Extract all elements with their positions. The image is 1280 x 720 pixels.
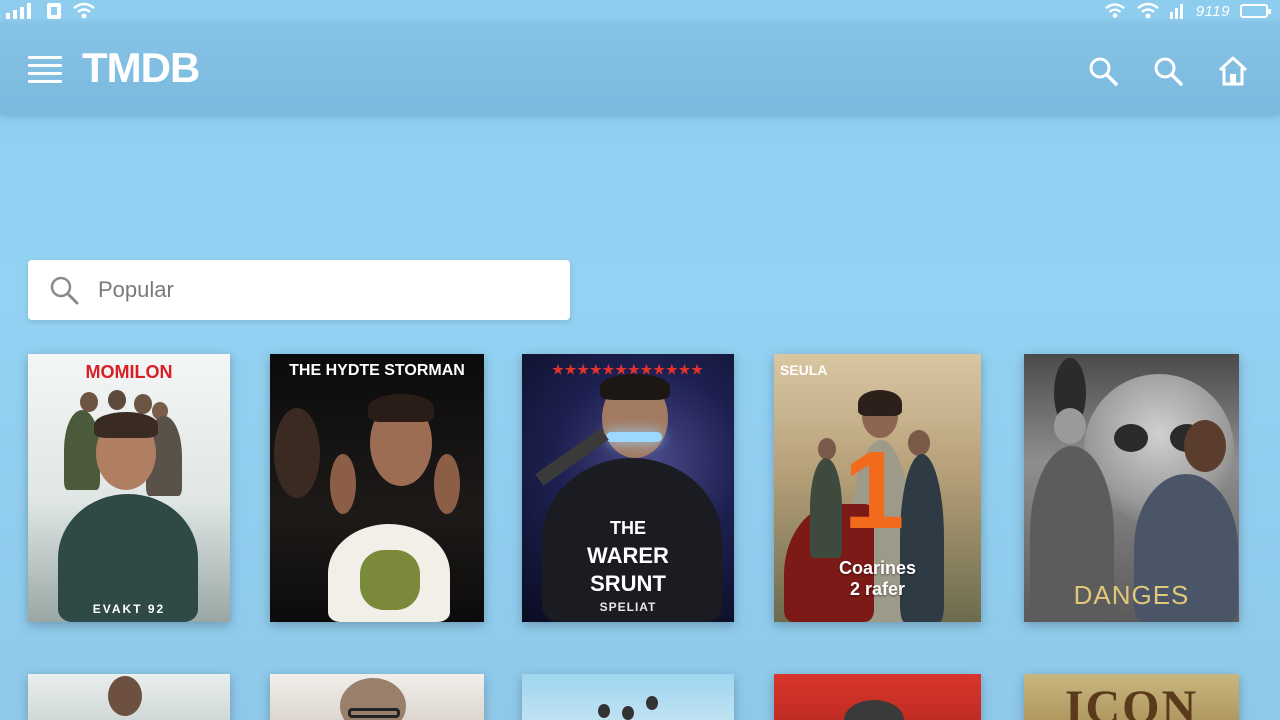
figure-head [274, 408, 320, 498]
movie-poster[interactable] [28, 674, 230, 720]
figure-head [134, 394, 152, 414]
search-icon[interactable] [1086, 54, 1120, 88]
figure-head [1054, 408, 1086, 444]
figure-head [108, 390, 126, 410]
poster-title-line: WARER [587, 543, 669, 568]
poster-title: DANGES [1073, 580, 1190, 610]
figure-hair [600, 374, 670, 400]
movie-poster[interactable] [774, 674, 981, 720]
wifi-icon [73, 2, 95, 19]
status-bar: 9119 [0, 0, 1280, 22]
app-logo[interactable]: TMDB [82, 44, 200, 92]
figure-hair [94, 412, 158, 438]
status-right: 9119 [1104, 2, 1271, 20]
figure-head [622, 706, 634, 720]
search-icon[interactable] [1151, 54, 1185, 88]
menu-icon-line [28, 64, 62, 67]
figure-hand [330, 454, 356, 514]
movie-poster[interactable] [522, 674, 734, 720]
app-bar: TMDB [0, 22, 1280, 115]
menu-icon-line [28, 56, 62, 59]
status-left [6, 2, 96, 20]
poster-title: MOMILON [85, 362, 173, 382]
movie-poster[interactable]: ICON [1024, 674, 1239, 720]
skull-eye [1114, 424, 1148, 452]
glasses [348, 708, 400, 718]
movie-poster[interactable]: MOMILON EVAKT 92 [28, 354, 230, 622]
figure-hair [368, 394, 434, 422]
poster-tagline-line: 2 rafer [849, 579, 906, 599]
movie-poster[interactable]: DANGES [1024, 354, 1239, 622]
figure-head [646, 696, 658, 710]
wifi-icon [1136, 2, 1159, 19]
sim-icon [47, 3, 61, 19]
poster-title: THE WARER SRUNT [522, 514, 734, 598]
poster-tagline: Coarines 2 rafer [774, 558, 981, 600]
battery-icon [1240, 4, 1271, 18]
status-time: 9119 [1195, 2, 1230, 20]
figure-head [80, 392, 98, 412]
figure-head [1184, 420, 1226, 472]
movie-poster[interactable]: SEULA 1 Coarines 2 rafer [774, 354, 981, 622]
signal-icon [1169, 4, 1183, 19]
figure-cap [844, 700, 904, 720]
poster-title: SEULA [780, 362, 828, 378]
menu-button[interactable] [28, 56, 62, 86]
poster-caption: SPELIAT [599, 600, 657, 614]
home-icon[interactable] [1216, 54, 1250, 88]
menu-icon-line [28, 72, 62, 75]
search-icon [50, 276, 79, 305]
shirt-graphic [360, 550, 420, 610]
poster-big-number: 1 [843, 429, 905, 552]
poster-title: THE HYDTE STORMAN [289, 362, 465, 379]
movie-poster[interactable] [270, 674, 484, 720]
figure-head [598, 704, 610, 718]
movie-poster[interactable]: ★★★★★★★★★★★★ THE WARER SRUNT SPELIAT [522, 354, 734, 622]
search-input[interactable] [98, 272, 548, 308]
poster-title-line: SRUNT [590, 571, 666, 596]
poster-tagline-line: Coarines [838, 558, 917, 578]
movie-poster[interactable]: THE HYDTE STORMAN [270, 354, 484, 622]
figure-head [108, 676, 142, 716]
menu-icon-line [28, 80, 62, 83]
poster-caption: EVAKT 92 [92, 602, 166, 616]
figure-hair [858, 390, 902, 416]
poster-title-line: THE [610, 518, 646, 538]
wifi-icon [1104, 3, 1125, 18]
signal-icon [6, 3, 31, 19]
poster-title: ICON [1064, 681, 1199, 720]
search-bar[interactable] [28, 260, 570, 320]
figure-hand [434, 454, 460, 514]
glow-mouth [606, 432, 662, 442]
